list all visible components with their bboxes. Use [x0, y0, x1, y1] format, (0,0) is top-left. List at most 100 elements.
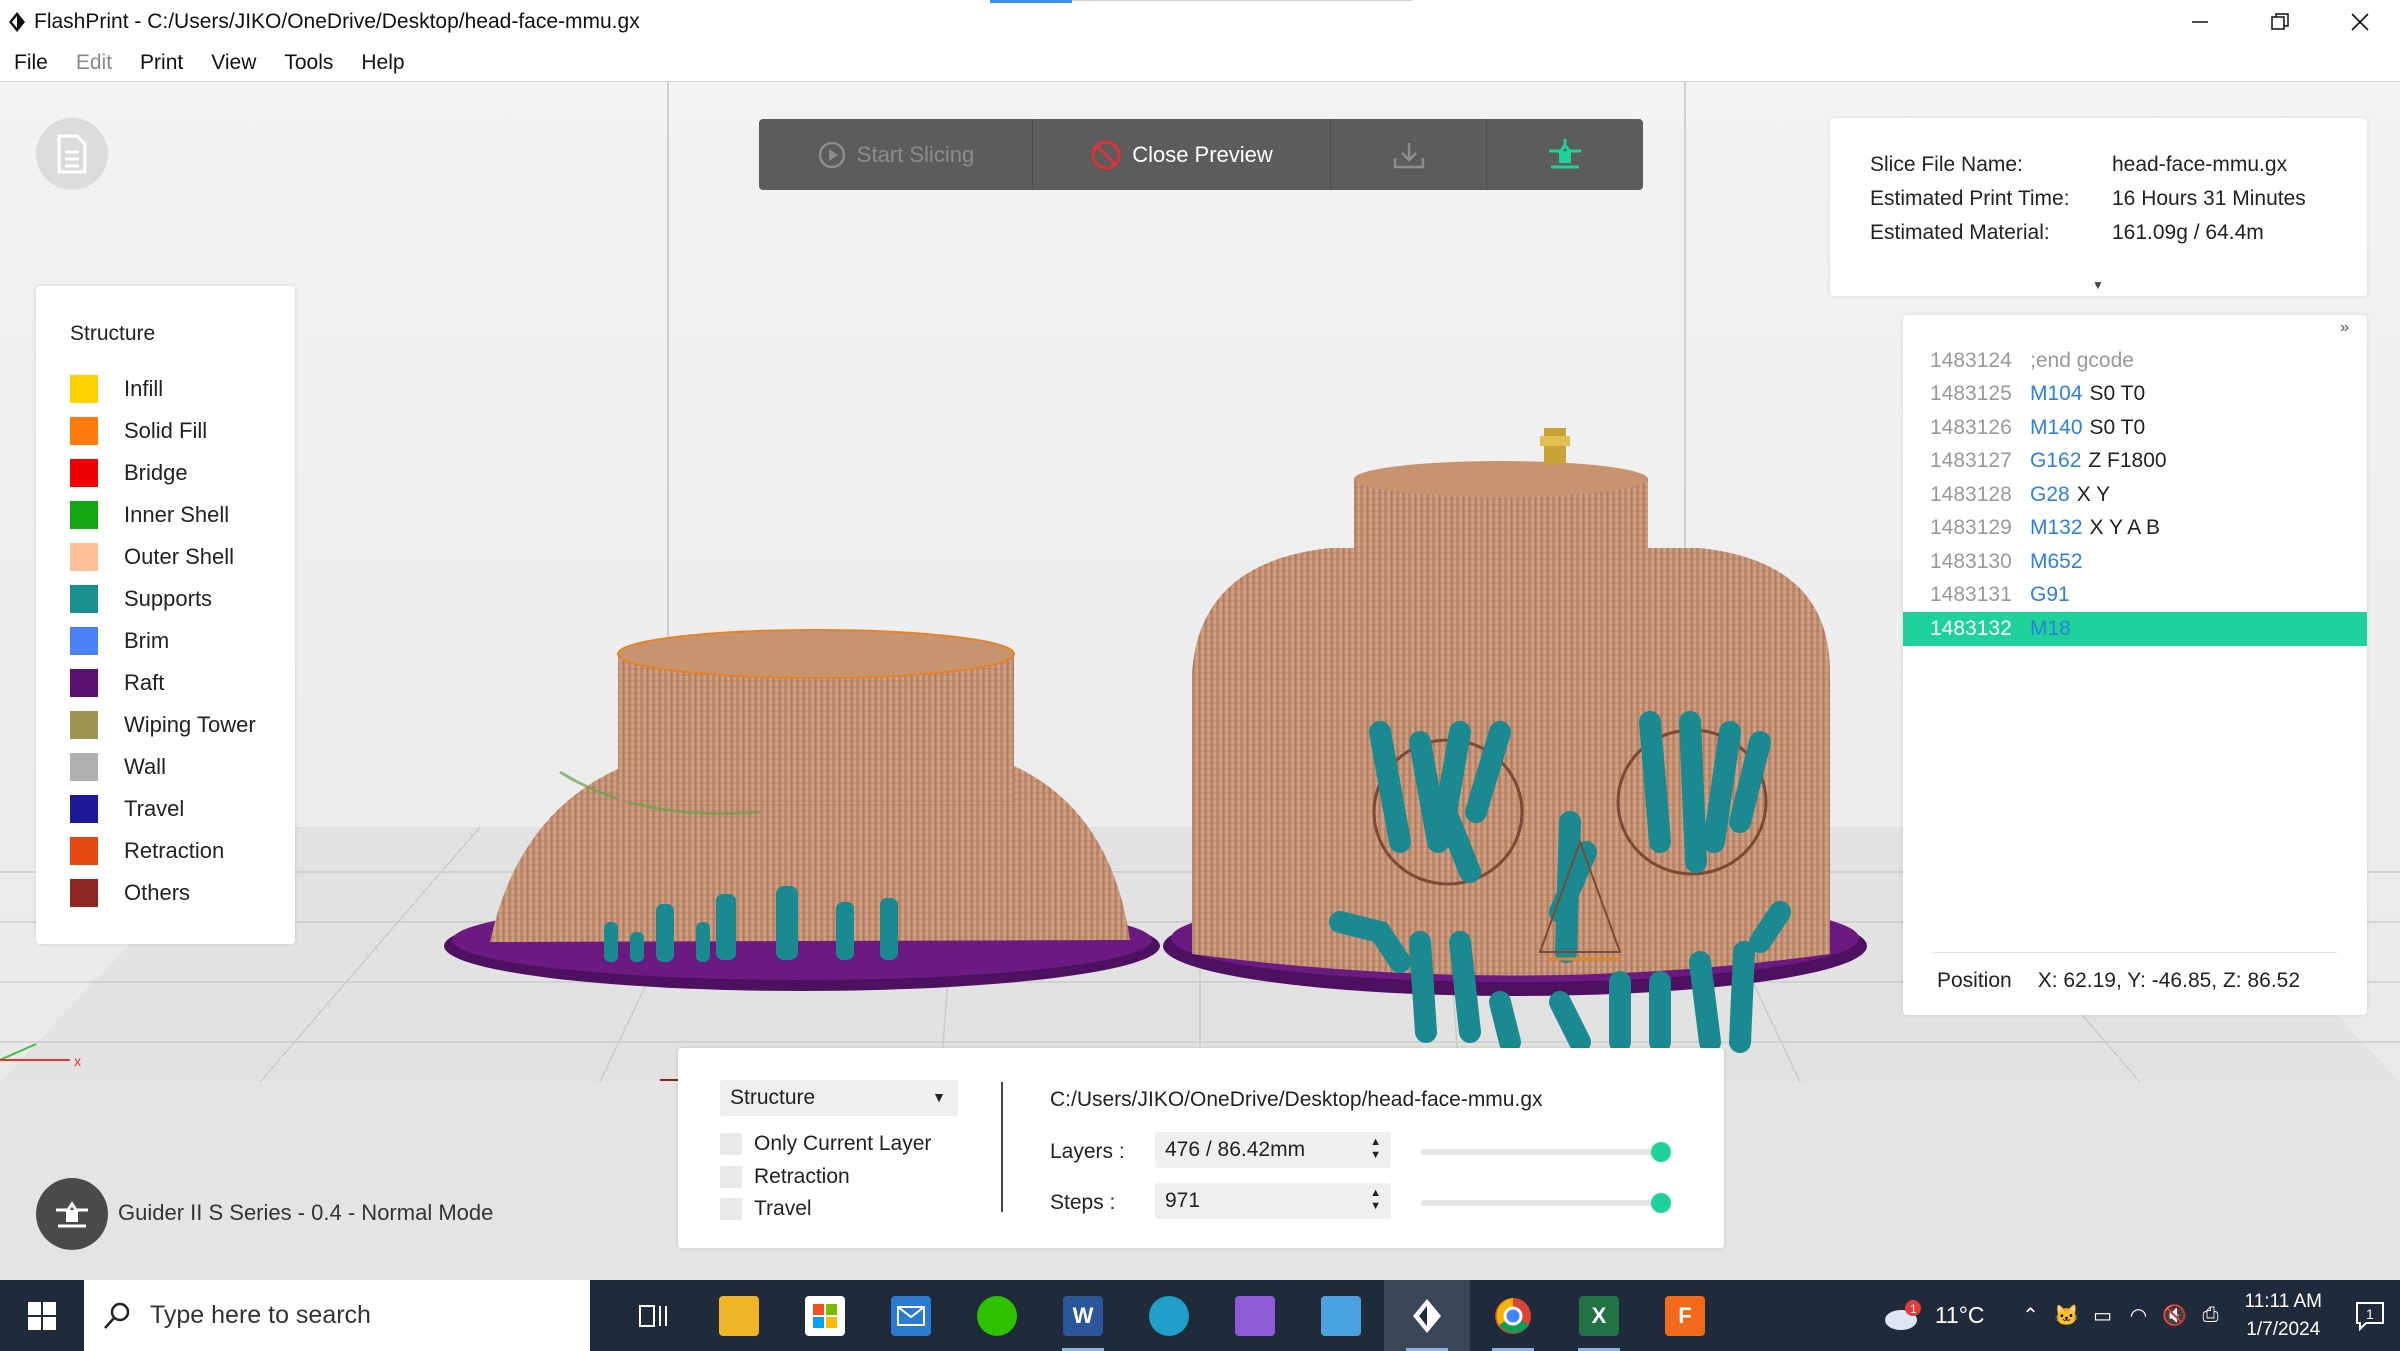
preview-toolbar: Start Slicing Close Preview	[759, 119, 1643, 190]
menu-help[interactable]: Help	[361, 51, 404, 75]
taskbar-search-box[interactable]: Type here to search	[84, 1280, 590, 1351]
legend-item-retraction: Retraction	[70, 830, 295, 872]
gcode-arguments: Z F1800	[2088, 449, 2167, 473]
notification-icon[interactable]: 1	[2344, 1280, 2400, 1351]
gcode-arguments: X Y	[2076, 482, 2111, 506]
print-time-label: Estimated Print Time:	[1870, 187, 2070, 210]
weather-icon[interactable]: 1	[1881, 1280, 1925, 1351]
close-preview-label: Close Preview	[1132, 141, 1273, 167]
view-mode-select[interactable]: Structure ▼	[720, 1080, 958, 1116]
speaker-muted-icon[interactable]: 🔇	[2157, 1280, 2193, 1351]
spin-arrows-icon[interactable]: ▲ ▼	[1370, 1136, 1381, 1162]
expand-panel-icon[interactable]: »	[2340, 319, 2349, 337]
legend-label: Inner Shell	[124, 502, 230, 527]
checkbox-box[interactable]	[720, 1166, 742, 1188]
gcode-line[interactable]: 1483124 ;end gcode	[1903, 344, 2367, 378]
legend-item-solid-fill: Solid Fill	[70, 410, 295, 452]
legend-label: Brim	[124, 628, 170, 653]
gcode-list[interactable]: 1483124 ;end gcode 1483125 M104 S0 T0 1483126…	[1903, 344, 2367, 646]
menu-view[interactable]: View	[211, 51, 256, 75]
wechat-icon[interactable]	[954, 1280, 1040, 1351]
gcode-line-number: 1483130	[1930, 549, 2012, 573]
printer-profile-label: Guider II S Series - 0.4 - Normal Mode	[118, 1200, 494, 1225]
material-value: 161.09g / 64.4m	[2112, 221, 2264, 244]
excel-icon[interactable]: X	[1556, 1280, 1642, 1351]
gcode-command: M104	[2030, 382, 2083, 406]
document-icon[interactable]	[36, 118, 108, 190]
legend-label: Wiping Tower	[124, 712, 256, 737]
control-panel-icon[interactable]	[1298, 1280, 1384, 1351]
print-send-button[interactable]	[1487, 119, 1643, 190]
gcode-comment: ;end gcode	[2030, 348, 2134, 372]
microsoft-store-icon[interactable]	[782, 1280, 868, 1351]
collapse-caret-icon[interactable]: ▼	[2092, 278, 2104, 292]
checkbox-box[interactable]	[720, 1198, 742, 1220]
only-current-layer-label: Only Current Layer	[754, 1132, 932, 1155]
steps-spinbox[interactable]: 971 ▲ ▼	[1155, 1183, 1391, 1219]
menu-file[interactable]: File	[14, 51, 48, 75]
flashprint-logo-icon	[0, 0, 34, 44]
close-preview-button[interactable]: Close Preview	[1033, 119, 1331, 190]
layers-spinbox[interactable]: 476 / 86.42mm ▲ ▼	[1155, 1132, 1391, 1168]
cat-app-icon[interactable]: 🐱	[2049, 1280, 2085, 1351]
only-current-layer-checkbox[interactable]: Only Current Layer	[720, 1132, 931, 1156]
gcode-line-number: 1483125	[1930, 382, 2012, 406]
language-icon[interactable]: ⎙	[2193, 1280, 2229, 1351]
3d-viewport[interactable]: x Structure Infill Solid Fill Bridge Inn…	[0, 82, 2400, 1280]
wifi-icon[interactable]: ◠	[2121, 1280, 2157, 1351]
task-view-icon[interactable]	[610, 1280, 696, 1351]
checkbox-box[interactable]	[720, 1133, 742, 1155]
slice-file-name-row: Slice File Name: head-face-mmu.gx	[1870, 148, 2367, 182]
word-icon[interactable]: W	[1040, 1280, 1126, 1351]
gcode-command: G28	[2030, 482, 2070, 506]
travel-checkbox[interactable]: Travel	[720, 1197, 812, 1221]
legend-label: Travel	[124, 796, 185, 821]
file-path: C:/Users/JIKO/OneDrive/Desktop/head-face…	[1050, 1088, 1543, 1111]
minimize-icon[interactable]	[2160, 0, 2240, 44]
gcode-line[interactable]: 1483125 M104 S0 T0	[1903, 378, 2367, 412]
legend-swatch	[70, 585, 98, 613]
material-label: Estimated Material:	[1870, 221, 2050, 244]
legend-label: Raft	[124, 670, 165, 695]
steps-slider-handle[interactable]	[1651, 1193, 1671, 1213]
battery-icon[interactable]: ▭	[2085, 1280, 2121, 1351]
flashprint-taskbar-icon[interactable]	[1384, 1280, 1470, 1351]
windows-start-icon[interactable]	[0, 1280, 84, 1351]
edge-icon[interactable]	[1126, 1280, 1212, 1351]
gcode-line[interactable]: 1483129 M132 X Y A B	[1903, 512, 2367, 546]
legend-swatch	[70, 375, 98, 403]
mail-icon[interactable]	[868, 1280, 954, 1351]
gcode-line[interactable]: 1483127 G162 Z F1800	[1903, 445, 2367, 479]
close-icon[interactable]	[2320, 0, 2400, 44]
file-explorer-icon[interactable]	[696, 1280, 782, 1351]
search-placeholder: Type here to search	[150, 1301, 371, 1329]
gcode-line[interactable]: 1483130 M652	[1903, 545, 2367, 579]
gcode-arguments: S0 T0	[2089, 382, 2146, 406]
retraction-checkbox[interactable]: Retraction	[720, 1165, 850, 1189]
menu-tools[interactable]: Tools	[284, 51, 333, 75]
export-button[interactable]	[1331, 119, 1487, 190]
start-slicing-button[interactable]: Start Slicing	[759, 119, 1033, 190]
clipchamp-icon[interactable]	[1212, 1280, 1298, 1351]
menu-print[interactable]: Print	[140, 51, 183, 75]
fusion-360-icon[interactable]: F	[1642, 1280, 1728, 1351]
legend-item-supports: Supports	[70, 578, 295, 620]
layers-slider-handle[interactable]	[1651, 1142, 1671, 1162]
gcode-line[interactable]: 1483126 M140 S0 T0	[1903, 411, 2367, 445]
gcode-line[interactable]: 1483128 G28 X Y	[1903, 478, 2367, 512]
spin-arrows-icon[interactable]: ▲ ▼	[1370, 1187, 1381, 1213]
gcode-line[interactable]: 1483132 M18	[1903, 612, 2367, 646]
printer-send-icon	[1549, 138, 1581, 168]
chrome-icon[interactable]	[1470, 1280, 1556, 1351]
download-icon	[1393, 142, 1424, 168]
legend-item-travel: Travel	[70, 788, 295, 830]
steps-slider[interactable]	[1421, 1193, 1671, 1213]
layers-slider[interactable]	[1421, 1142, 1671, 1162]
tab-accent	[990, 0, 1072, 3]
clock[interactable]: 11:11 AM 1/7/2024	[2245, 1288, 2322, 1344]
restore-icon[interactable]	[2240, 0, 2320, 44]
chevron-up-icon[interactable]: ⌃	[2013, 1280, 2049, 1351]
menu-edit[interactable]: Edit	[76, 51, 112, 75]
printer-connect-button[interactable]	[36, 1178, 108, 1250]
gcode-line[interactable]: 1483131 G91	[1903, 579, 2367, 613]
